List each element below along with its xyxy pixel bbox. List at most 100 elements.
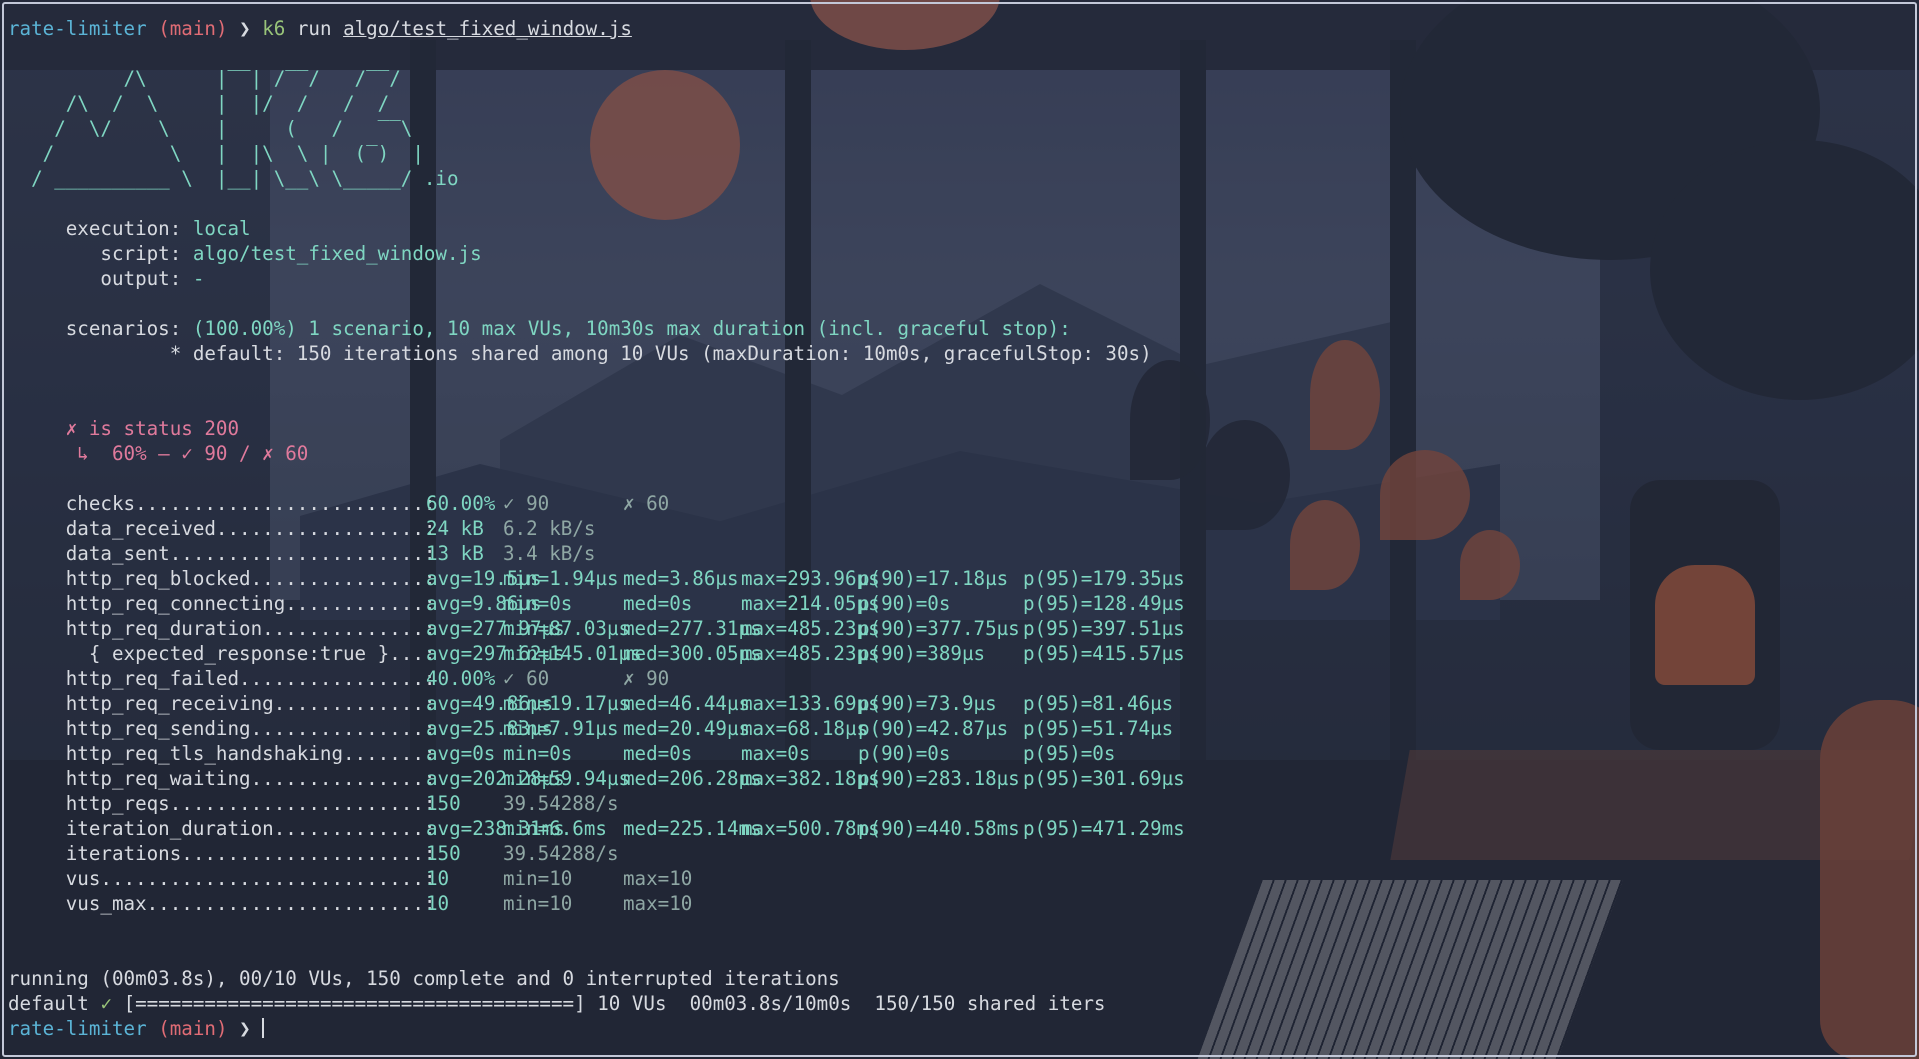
metric-value: min=145.01µs: [503, 642, 642, 665]
metric-value: p(90)=0s: [858, 742, 951, 765]
check-failed-detail: ↳ 60% — ✓ 90 / ✗ 60: [8, 442, 309, 465]
command-subcommand: run: [296, 17, 332, 40]
metric-value: p(95)=51.74µs: [1023, 717, 1174, 740]
running-status: running (00m03.8s), 00/10 VUs, 150 compl…: [8, 967, 840, 990]
metric-value: max=10: [623, 892, 693, 915]
prompt-branch: (main): [158, 1017, 228, 1040]
metric-value: med=0s: [623, 592, 693, 615]
metric-value: min=1.94µs: [503, 567, 619, 590]
metric-value: p(90)=17.18µs: [858, 567, 1009, 590]
metric-value: 60.00%: [426, 492, 496, 515]
metric-value: p(90)=0s: [858, 592, 951, 615]
command-name: k6: [262, 17, 286, 40]
metric-name: checks.........................:: [8, 492, 436, 515]
metric-value: avg=0s: [426, 742, 496, 765]
metric-value: p(95)=471.29ms: [1023, 817, 1185, 840]
metric-value: p(90)=377.75µs: [858, 617, 1020, 640]
metric-value: p(90)=389µs: [858, 642, 986, 665]
metric-name: http_req_duration..............:: [8, 617, 436, 640]
metric-value: min=0s: [503, 592, 573, 615]
metric-name: http_req_sending...............:: [8, 717, 436, 740]
metric-value: ✗ 90: [623, 667, 670, 690]
terminal[interactable]: rate-limiter (main) ❯ k6 run algo/test_f…: [8, 16, 1911, 1051]
metric-value: 39.54288/s: [503, 792, 619, 815]
text-cursor[interactable]: [262, 1018, 265, 1038]
metric-value: ✗ 60: [623, 492, 670, 515]
metric-value: 13 kB: [426, 542, 484, 565]
metric-value: ✓ 60: [503, 667, 550, 690]
scenarios-row: scenarios: (100.00%) 1 scenario, 10 max …: [8, 317, 1071, 340]
k6-logo-line: / \ | |\ \ | (‾) |: [8, 142, 424, 165]
metric-value: p(95)=128.49µs: [1023, 592, 1185, 615]
k6-logo-line: /\ / \ | |/ / / /: [8, 92, 390, 115]
metric-value: p(90)=42.87µs: [858, 717, 1009, 740]
metric-name: http_req_blocked...............:: [8, 567, 436, 590]
metric-name: data_sent......................:: [8, 542, 436, 565]
metric-value: p(90)=73.9µs: [858, 692, 997, 715]
k6-logo-line: / \/ \ | ( / ‾‾\: [8, 117, 413, 140]
metric-value: 10: [426, 892, 450, 915]
prompt-dir: rate-limiter: [8, 17, 147, 40]
metric-name: http_req_receiving.............:: [8, 692, 436, 715]
metric-value: 40.00%: [426, 667, 496, 690]
prompt-line[interactable]: rate-limiter (main) ❯: [8, 1016, 265, 1041]
metric-value: p(90)=440.58ms: [858, 817, 1020, 840]
metric-value: med=0s: [623, 742, 693, 765]
k6-logo-line: / __________ \ |__| \__\ \_____/ .io: [8, 167, 459, 190]
metric-value: 6.2 kB/s: [503, 517, 596, 540]
metric-value: ✓ 90: [503, 492, 550, 515]
metric-value: med=46.44µs: [623, 692, 751, 715]
prompt-arrow: ❯: [239, 1017, 251, 1040]
metric-value: min=59.94µs: [503, 767, 631, 790]
prompt-arrow: ❯: [239, 17, 251, 40]
metric-value: med=3.86µs: [623, 567, 739, 590]
metric-name: iteration_duration.............:: [8, 817, 436, 840]
metric-value: 10: [426, 867, 450, 890]
metric-value: p(95)=397.51µs: [1023, 617, 1185, 640]
metric-value: min=10: [503, 867, 573, 890]
prompt-dir: rate-limiter: [8, 1017, 147, 1040]
output-row: output: -: [8, 267, 205, 290]
metric-value: p(90)=283.18µs: [858, 767, 1020, 790]
command-file-arg: algo/test_fixed_window.js: [343, 17, 632, 40]
metric-name: { expected_response:true }...:: [8, 642, 436, 665]
metric-value: 24 kB: [426, 517, 484, 540]
metric-name: http_req_connecting............:: [8, 592, 436, 615]
metric-value: 150: [426, 842, 461, 865]
metric-value: min=7.91µs: [503, 717, 619, 740]
metric-name: http_req_tls_handshaking.......:: [8, 742, 436, 765]
metric-value: p(95)=301.69µs: [1023, 767, 1185, 790]
metric-value: max=10: [623, 867, 693, 890]
metric-name: data_received..................:: [8, 517, 436, 540]
metric-name: http_reqs......................:: [8, 792, 436, 815]
progress-bar: [======================================]…: [123, 992, 1106, 1015]
metric-value: min=87.03µs: [503, 617, 631, 640]
prompt-branch: (main): [158, 17, 228, 40]
prompt-line: rate-limiter (main) ❯ k6 run algo/test_f…: [8, 16, 632, 41]
metric-name: vus............................:: [8, 867, 436, 890]
metric-value: 150: [426, 792, 461, 815]
metric-value: p(95)=415.57µs: [1023, 642, 1185, 665]
metric-value: min=10: [503, 892, 573, 915]
metric-value: p(95)=179.35µs: [1023, 567, 1185, 590]
execution-row: execution: local: [8, 217, 251, 240]
metric-name: vus_max........................:: [8, 892, 436, 915]
metric-value: 39.54288/s: [503, 842, 619, 865]
metric-name: http_req_waiting...............:: [8, 767, 436, 790]
metric-value: p(95)=0s: [1023, 742, 1116, 765]
check-icon: ✓: [100, 992, 112, 1015]
metric-value: max=0s: [741, 742, 811, 765]
metric-value: 3.4 kB/s: [503, 542, 596, 565]
script-row: script: algo/test_fixed_window.js: [8, 242, 482, 265]
metric-value: med=20.49µs: [623, 717, 751, 740]
metric-name: http_req_failed................:: [8, 667, 436, 690]
metric-value: min=19.17µs: [503, 692, 631, 715]
progress-line: default ✓ [=============================…: [8, 992, 1106, 1015]
metric-value: min=0s: [503, 742, 573, 765]
scenario-default-row: * default: 150 iterations shared among 1…: [8, 342, 1152, 365]
metric-value: max=68.18µs: [741, 717, 869, 740]
metric-name: iterations.....................:: [8, 842, 436, 865]
k6-logo-line: /\ |‾‾| /‾‾/ /‾‾/: [8, 67, 401, 90]
metric-value: min=6.6ms: [503, 817, 607, 840]
check-failed-title: ✗ is status 200: [8, 417, 240, 440]
